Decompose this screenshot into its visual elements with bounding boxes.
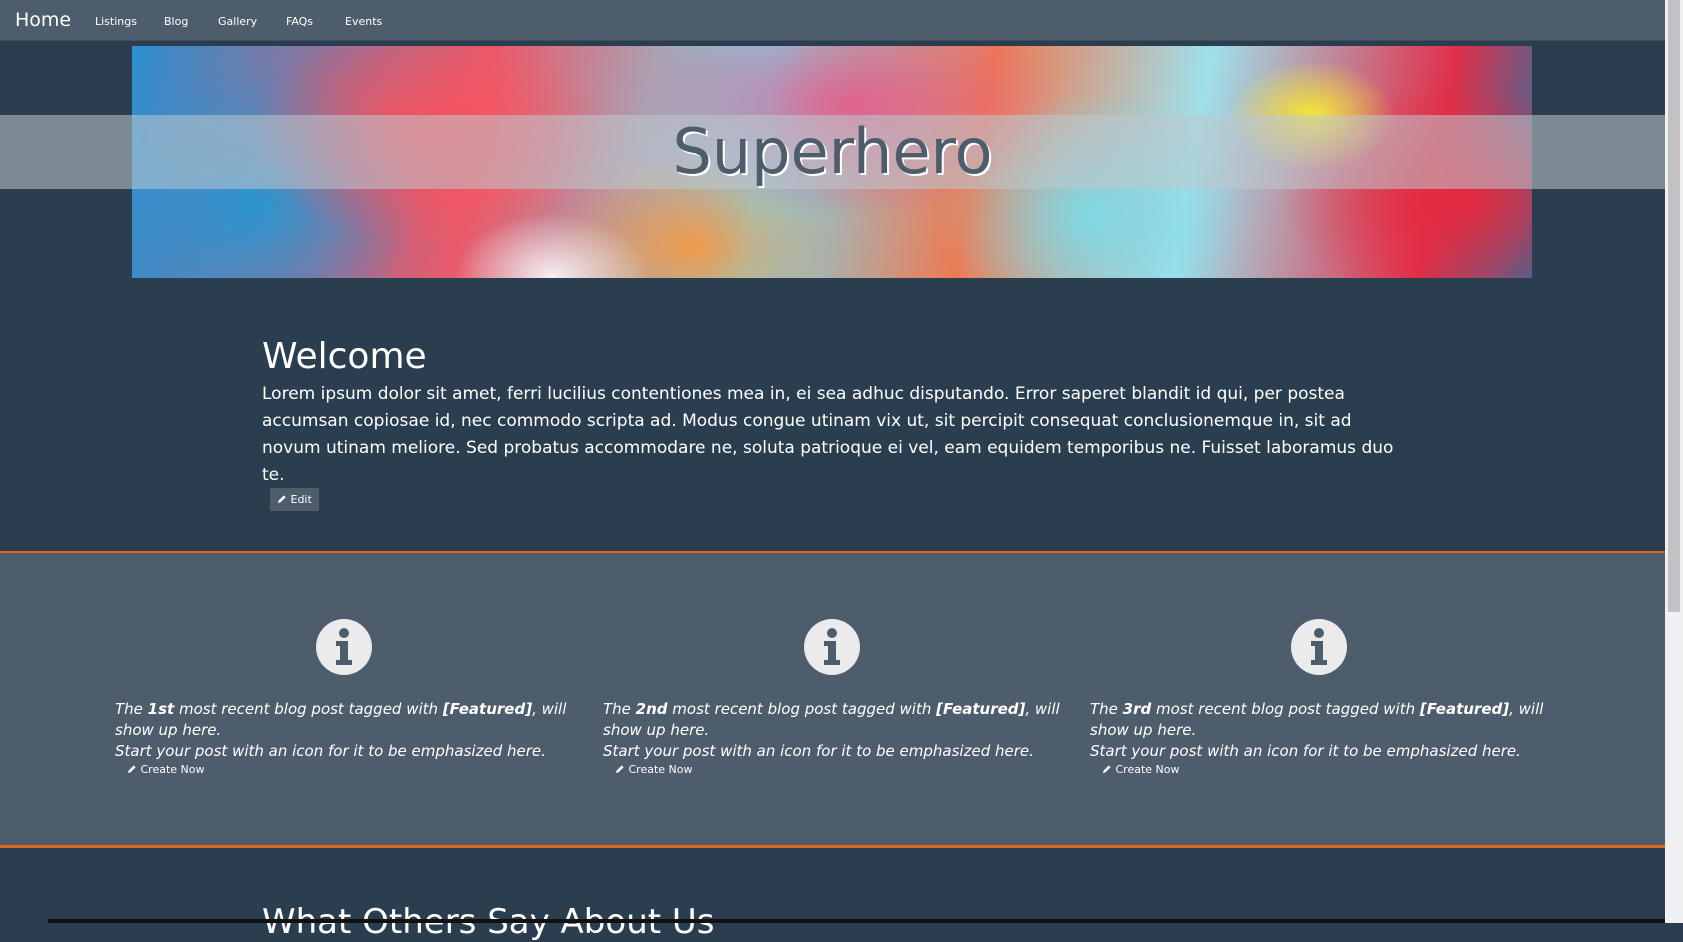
nav-item-faqs[interactable]: FAQs: [286, 15, 313, 28]
hero-title: Superhero: [672, 115, 993, 188]
pencil-icon: [1103, 765, 1111, 773]
info-icon: [316, 619, 372, 675]
featured-post-text: The 3rd most recent blog post tagged wit…: [1090, 700, 1544, 760]
nav-item-events[interactable]: Events: [345, 15, 382, 28]
welcome-body: Lorem ipsum dolor sit amet, ferri lucili…: [262, 384, 1394, 485]
create-now-link[interactable]: Create Now: [615, 763, 693, 776]
featured-posts-section: The 1st most recent blog post tagged wit…: [0, 553, 1665, 845]
brand-home-link[interactable]: Home: [15, 9, 71, 31]
page-scrollbar[interactable]: [1665, 0, 1683, 923]
pencil-icon: [616, 765, 624, 773]
edit-button[interactable]: Edit: [270, 488, 319, 511]
info-icon: [804, 619, 860, 675]
pencil-icon: [128, 765, 136, 773]
pencil-icon: [278, 495, 286, 503]
featured-post-text: The 2nd most recent blog post tagged wit…: [603, 700, 1060, 760]
section-divider-bottom: [0, 845, 1665, 848]
nav-item-blog[interactable]: Blog: [164, 15, 188, 28]
window-bottom-edge: [48, 919, 1665, 923]
welcome-title: Welcome: [262, 336, 427, 377]
featured-post-text: The 1st most recent blog post tagged wit…: [115, 700, 567, 760]
scrollbar-thumb[interactable]: [1668, 0, 1680, 612]
edit-button-label: Edit: [290, 493, 312, 506]
nav-item-gallery[interactable]: Gallery: [218, 15, 257, 28]
navbar: Home Listings Blog Gallery FAQs Events: [0, 0, 1665, 41]
create-now-link[interactable]: Create Now: [1102, 763, 1180, 776]
info-icon: [1291, 619, 1347, 675]
nav-item-listings[interactable]: Listings: [95, 15, 137, 28]
create-now-link[interactable]: Create Now: [127, 763, 205, 776]
